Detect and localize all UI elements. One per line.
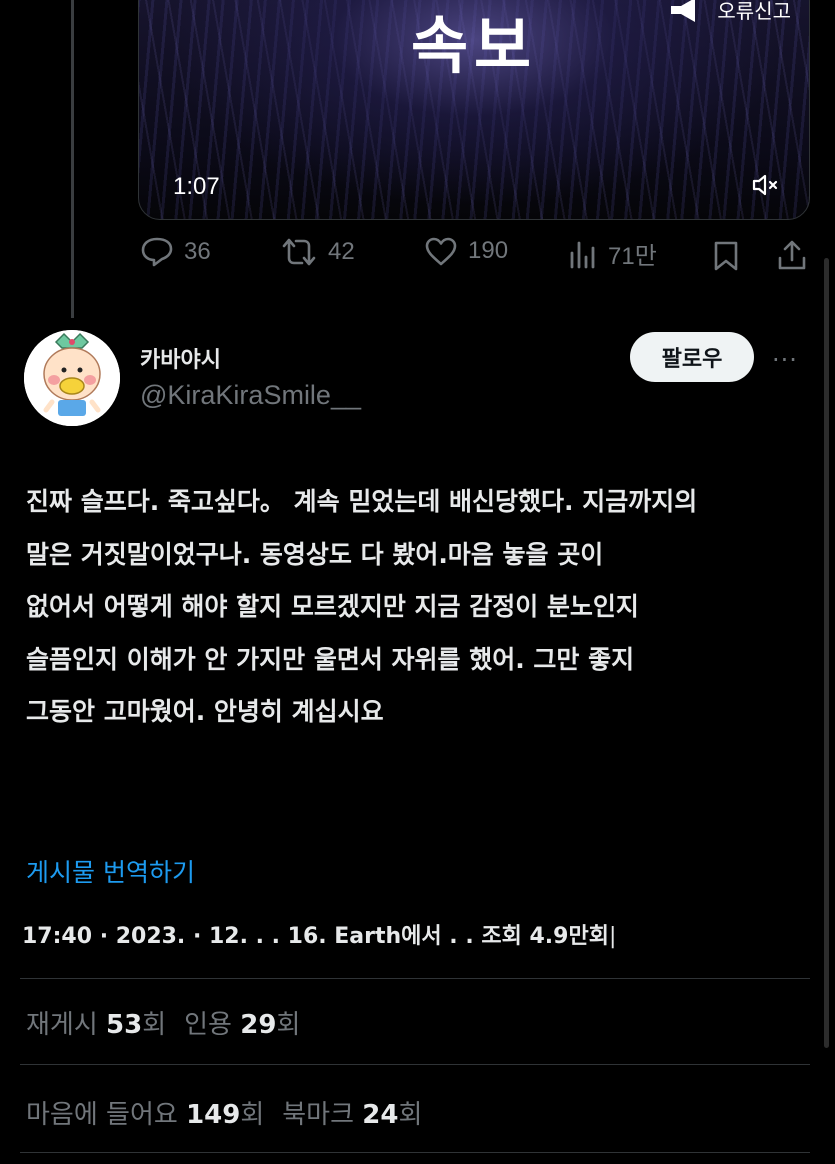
follow-button[interactable]: 팔로우 [630,332,754,382]
reposts-unit: 회 [142,1010,167,1040]
post-text-line: 슬픔인지 이해가 안 가지만 울면서 자위를 했어. 그만 좋지 [26,644,635,674]
views-button[interactable]: 71만 [568,236,657,271]
translate-post-link[interactable]: 게시물 번역하기 [26,853,195,889]
like-bookmark-stats: 마음에 들어요 149회 북마크 24회 [26,1094,422,1131]
share-icon[interactable] [776,238,808,272]
quotes-unit: 회 [276,1010,301,1040]
action-bar: 36 42 190 71만 [140,236,810,280]
reply-button[interactable]: 36 [140,236,211,268]
post-meta-text: 17:40 · 2023. · 12. . . 16. Earth에서 . . … [22,924,609,949]
reposts-count: 53 [106,1010,143,1040]
author-display-name[interactable]: 카바야시 [140,342,221,374]
repost-count: 42 [328,238,355,265]
likes-unit: 회 [240,1100,265,1130]
quotes-stat[interactable]: 인용 29회 [184,1010,300,1040]
like-button[interactable]: 190 [424,236,508,266]
quotes-count: 29 [240,1010,277,1040]
repost-icon [282,238,316,266]
divider [20,978,810,979]
likes-stat[interactable]: 마음에 들어요 149회 [26,1100,264,1130]
more-options-icon[interactable]: ··· [772,346,798,374]
bookmarks-label: 북마크 [282,1100,355,1130]
post-timestamp-meta: 17:40 · 2023. · 12. . . 16. Earth에서 . . … [22,918,616,950]
divider [20,1152,810,1153]
repost-button[interactable]: 42 [280,236,355,268]
bookmarks-count: 24 [362,1100,399,1130]
post-text: 진짜 슬프다. 죽고싶다。 계속 믿었는데 배신당했다. 지금까지의 말은 거짓… [26,476,816,739]
thread-connector-line [71,0,74,318]
megaphone-icon [671,0,696,22]
post-text-line: 없어서 어떻게 해야 할지 모르겠지만 지금 감정이 분노인지 [26,592,639,621]
heart-icon [425,237,457,266]
bookmarks-stat[interactable]: 북마크 24회 [282,1100,422,1130]
likes-count: 149 [186,1100,241,1130]
post-text-line: 그동안 고마웠어. 안녕히 계십시요 [26,697,384,726]
divider [20,1064,810,1065]
report-error-label: 오류신고 [717,0,791,23]
cartoon-character-avatar-icon [24,330,120,426]
reply-icon [141,237,173,267]
like-count: 190 [468,237,509,264]
text-cursor: | [608,924,617,949]
reposts-stat[interactable]: 재게시 53회 [26,1010,166,1040]
post-text-line: 진짜 슬프다. 죽고싶다。 계속 믿었는데 배신당했다. 지금까지의 [26,487,698,516]
report-error-button[interactable]: 오류신고 [669,0,791,24]
bookmarks-unit: 회 [398,1100,423,1130]
views-count: 71만 [608,243,657,270]
video-duration: 1:07 [173,173,220,200]
author-handle[interactable]: @KiraKiraSmile__ [140,380,361,411]
reposts-label: 재게시 [26,1010,98,1040]
post-text-line: 말은 거짓말이었구나. 동영상도 다 봤어.마음 놓을 곳이 [26,539,604,569]
repost-quote-stats: 재게시 53회 인용 29회 [26,1004,300,1041]
bookmark-icon[interactable] [712,240,740,272]
reply-count: 36 [184,238,211,265]
scrollbar[interactable] [824,258,829,1048]
quotes-label: 인용 [184,1010,232,1040]
likes-label: 마음에 들어요 [26,1100,178,1130]
mute-icon[interactable] [751,173,779,197]
avatar[interactable] [24,330,120,426]
video-player[interactable]: 속보 오류신고 1:07 [138,0,810,220]
views-icon [570,241,595,268]
